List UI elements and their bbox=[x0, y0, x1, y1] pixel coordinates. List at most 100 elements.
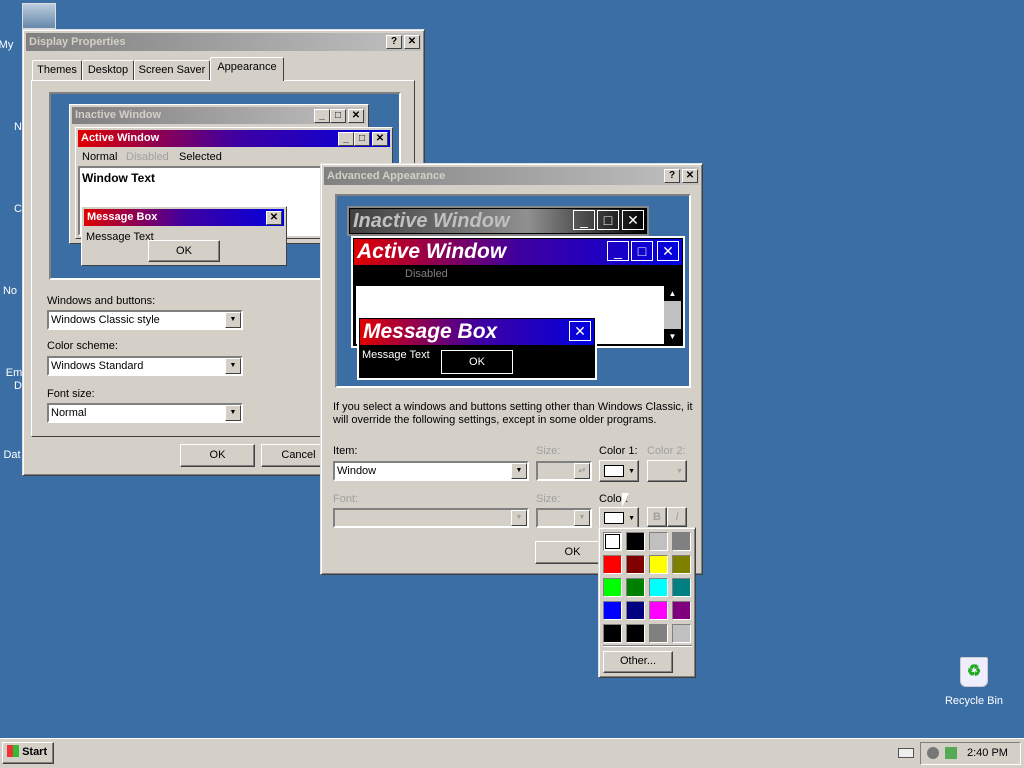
item-label: Item: bbox=[333, 445, 358, 457]
other-colors-button[interactable]: Other... bbox=[603, 651, 673, 673]
color-swatch[interactable] bbox=[626, 578, 645, 597]
maximize-icon: □ bbox=[597, 210, 619, 230]
recycle-bin-icon[interactable]: ♻ bbox=[960, 657, 988, 687]
close-icon: ✕ bbox=[348, 109, 364, 123]
start-label: Start bbox=[22, 746, 48, 758]
color-swatch[interactable] bbox=[603, 578, 622, 597]
preview-msgbox-title: Message Box bbox=[363, 320, 498, 343]
preview-inactive-title: Inactive Window bbox=[75, 109, 162, 121]
color-swatch[interactable] bbox=[649, 532, 668, 551]
minimize-icon: _ bbox=[338, 132, 354, 146]
network-icon[interactable] bbox=[927, 747, 939, 759]
chevron-down-icon: ▼ bbox=[628, 515, 635, 522]
window-title: Advanced Appearance bbox=[327, 170, 446, 182]
color-swatch[interactable] bbox=[672, 601, 691, 620]
font-size-select[interactable]: Normal ▼ bbox=[47, 403, 243, 423]
window-title: Display Properties bbox=[29, 36, 126, 48]
windows-logo-icon bbox=[7, 745, 19, 757]
recycle-bin-label[interactable]: Recycle Bin bbox=[934, 695, 1014, 707]
minimize-icon: _ bbox=[607, 241, 629, 261]
color-swatch[interactable] bbox=[626, 532, 645, 551]
help-button[interactable]: ? bbox=[386, 35, 402, 49]
close-button[interactable]: ✕ bbox=[682, 169, 698, 183]
color-swatch[interactable] bbox=[603, 624, 622, 643]
bold-button: B bbox=[647, 507, 667, 527]
color-swatch[interactable] bbox=[672, 555, 691, 574]
color-swatch[interactable] bbox=[603, 555, 622, 574]
maximize-icon: □ bbox=[330, 109, 346, 123]
preview-scrollbar: ▲ ▼ bbox=[664, 286, 681, 344]
close-icon: ✕ bbox=[569, 321, 591, 341]
size-label: Size: bbox=[536, 445, 561, 457]
color-palette-popup: Other... bbox=[598, 527, 696, 678]
security-icon[interactable] bbox=[945, 747, 957, 759]
close-icon: ✕ bbox=[657, 241, 679, 261]
color-swatch[interactable] bbox=[649, 578, 668, 597]
maximize-icon: □ bbox=[631, 241, 653, 261]
color-swatch[interactable] bbox=[649, 624, 668, 643]
color-swatch[interactable] bbox=[649, 601, 668, 620]
advanced-appearance-window: Advanced Appearance ? ✕ Inactive Window … bbox=[320, 163, 703, 575]
display-properties-titlebar[interactable]: Display Properties ? ✕ bbox=[26, 33, 421, 51]
font-select: ▼ bbox=[333, 508, 529, 528]
color-scheme-label: Color scheme: bbox=[47, 340, 118, 352]
preview-active-title: Active Window bbox=[357, 240, 507, 263]
color-swatch[interactable] bbox=[626, 601, 645, 620]
chevron-down-icon[interactable]: ▼ bbox=[225, 405, 241, 421]
preview-menu-disabled: Disabled bbox=[126, 151, 169, 163]
close-icon: ✕ bbox=[372, 132, 388, 146]
font-size-label: Size: bbox=[536, 493, 561, 505]
preview-menu-normal: Normal bbox=[82, 151, 118, 163]
chevron-down-icon: ▼ bbox=[628, 468, 635, 475]
item-select[interactable]: Window ▼ bbox=[333, 461, 529, 481]
info-text: If you select a windows and buttons sett… bbox=[333, 401, 693, 426]
my-computer-icon[interactable] bbox=[22, 3, 56, 29]
minimize-icon: _ bbox=[314, 109, 330, 123]
preview-message-text: Message Text bbox=[362, 349, 430, 361]
advanced-preview: Inactive Window _ □ ✕ Active Window _ □ … bbox=[335, 194, 691, 388]
color-swatch[interactable] bbox=[626, 624, 645, 643]
chevron-down-icon[interactable]: ▼ bbox=[225, 358, 241, 374]
keyboard-icon[interactable] bbox=[898, 748, 914, 758]
preview-menu-disabled: Disabled bbox=[405, 268, 448, 280]
windows-buttons-label: Windows and buttons: bbox=[47, 295, 156, 307]
start-button[interactable]: Start bbox=[2, 742, 54, 764]
tab-themes[interactable]: Themes bbox=[32, 60, 82, 81]
color-swatch[interactable] bbox=[649, 555, 668, 574]
advanced-titlebar[interactable]: Advanced Appearance ? ✕ bbox=[324, 167, 699, 185]
font-size-label: Font size: bbox=[47, 388, 95, 400]
chevron-down-icon[interactable]: ▼ bbox=[225, 312, 241, 328]
preview-window-text: Window Text bbox=[82, 171, 155, 185]
color1-picker[interactable]: ▼ bbox=[599, 460, 639, 482]
color-swatch[interactable] bbox=[672, 624, 691, 643]
color2-picker: ▼ bbox=[647, 460, 687, 482]
chevron-down-icon[interactable]: ▼ bbox=[511, 463, 527, 479]
tab-desktop[interactable]: Desktop bbox=[82, 60, 134, 81]
color-swatch[interactable] bbox=[603, 601, 622, 620]
preview-message-box: Message Box ✕ Message Text OK bbox=[81, 206, 287, 266]
chevron-down-icon: ▼ bbox=[574, 510, 590, 526]
taskbar: Start 2:40 PM bbox=[0, 738, 1024, 768]
close-icon: ✕ bbox=[622, 210, 644, 230]
preview-message-text: Message Text bbox=[86, 231, 154, 243]
color-swatch[interactable] bbox=[672, 578, 691, 597]
color-swatch[interactable] bbox=[672, 532, 691, 551]
color-swatch[interactable] bbox=[603, 532, 622, 551]
scroll-down-icon: ▼ bbox=[664, 329, 681, 344]
color-swatch[interactable] bbox=[626, 555, 645, 574]
font-color-picker[interactable]: ▼ bbox=[599, 507, 639, 529]
preview-ok-button: OK bbox=[148, 240, 220, 262]
maximize-icon: □ bbox=[354, 132, 370, 146]
mouse-cursor-outline bbox=[621, 492, 630, 509]
system-tray: 2:40 PM bbox=[920, 742, 1021, 765]
help-button[interactable]: ? bbox=[664, 169, 680, 183]
italic-button: I bbox=[667, 507, 687, 527]
close-button[interactable]: ✕ bbox=[404, 35, 420, 49]
tab-appearance[interactable]: Appearance bbox=[210, 57, 284, 81]
chevron-down-icon: ▼ bbox=[511, 510, 527, 526]
ok-button[interactable]: OK bbox=[180, 444, 255, 467]
tab-screen-saver[interactable]: Screen Saver bbox=[134, 60, 210, 81]
color-scheme-select[interactable]: Windows Standard ▼ bbox=[47, 356, 243, 376]
windows-buttons-select[interactable]: Windows Classic style ▼ bbox=[47, 310, 243, 330]
clock[interactable]: 2:40 PM bbox=[967, 747, 1008, 759]
